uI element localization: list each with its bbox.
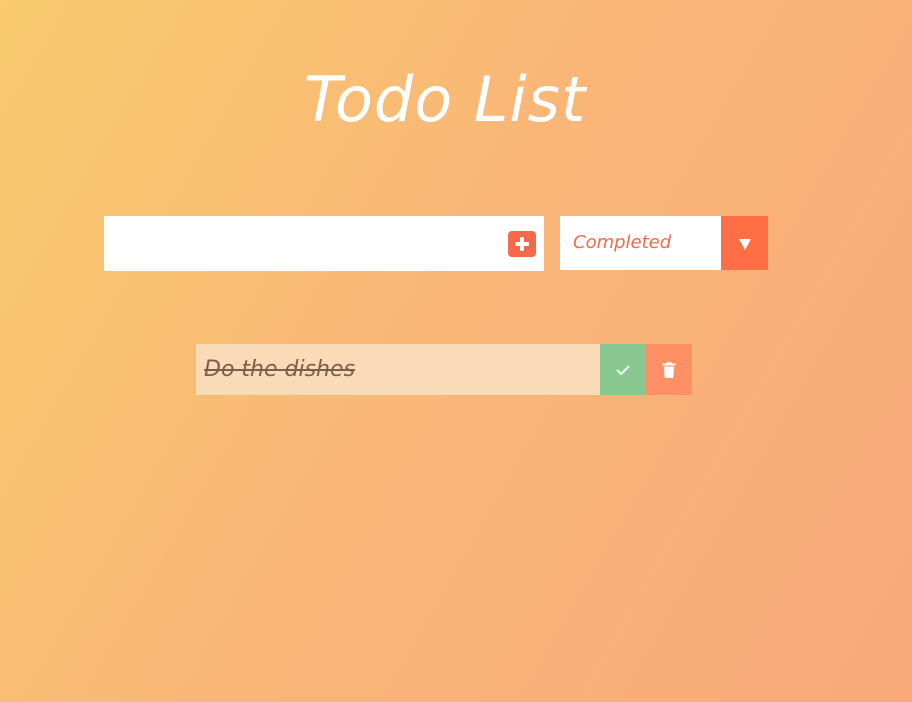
check-icon xyxy=(616,365,630,375)
todo-input-container xyxy=(104,216,544,271)
add-todo-button[interactable] xyxy=(508,231,536,257)
complete-button[interactable] xyxy=(600,344,646,395)
filter-select[interactable]: Completed xyxy=(560,216,768,270)
delete-button[interactable] xyxy=(646,344,692,395)
filter-selected-value: Completed xyxy=(573,232,672,253)
caret-down-icon xyxy=(739,239,751,250)
todo-input[interactable] xyxy=(104,216,499,271)
filter-dropdown-toggle[interactable] xyxy=(721,216,768,270)
todo-item-text: Do the dishes xyxy=(204,357,355,382)
page-title: Todo List xyxy=(303,62,587,136)
todo-item: Do the dishes xyxy=(196,344,692,395)
trash-icon xyxy=(662,362,676,378)
